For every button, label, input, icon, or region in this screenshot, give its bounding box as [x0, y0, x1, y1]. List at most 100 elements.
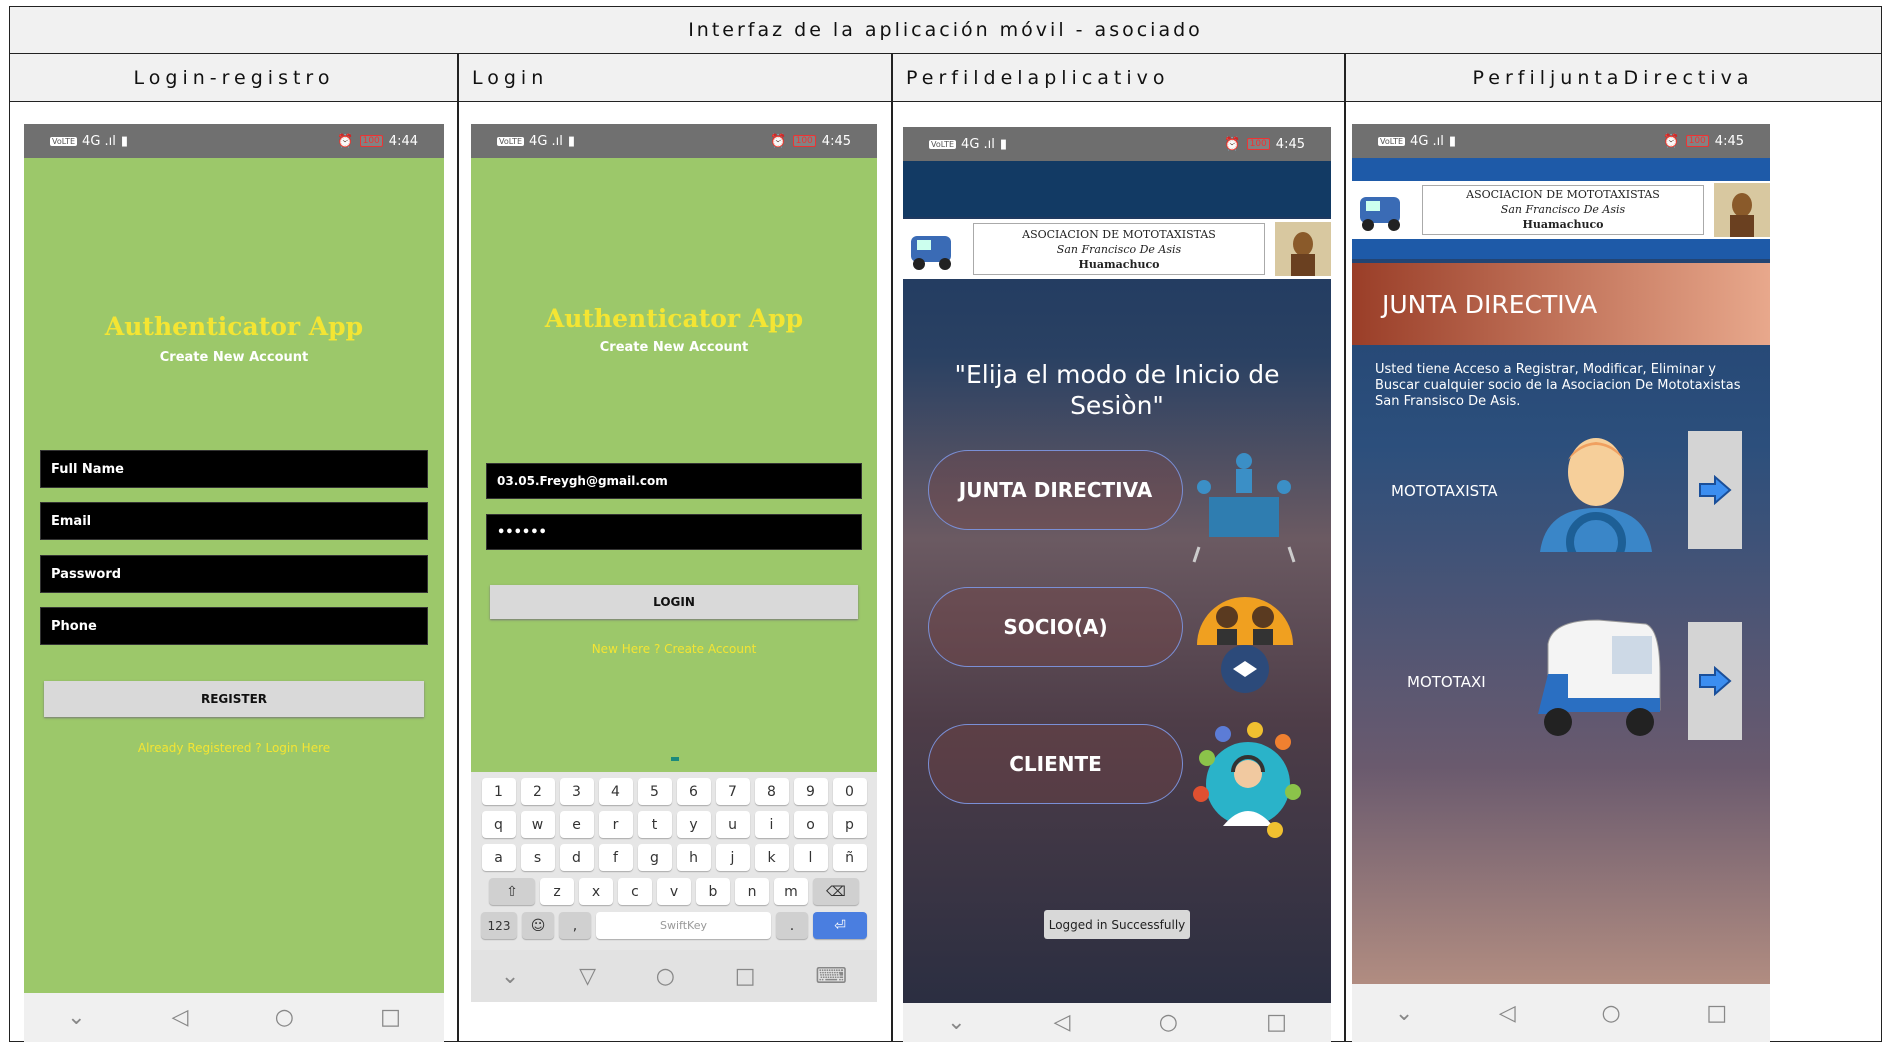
column-divider [457, 54, 459, 1041]
key[interactable]: m [774, 878, 808, 905]
emoji-icon[interactable]: ☺ [522, 912, 554, 939]
key[interactable]: 0 [832, 778, 867, 805]
signal-icon: 4G .ıl [529, 133, 563, 149]
chevron-down-icon[interactable]: ⌄ [67, 1005, 85, 1030]
key[interactable]: u [715, 811, 750, 838]
key[interactable]: 8 [754, 778, 789, 805]
email-input[interactable]: 03.05.Freygh@gmail.com [486, 463, 862, 499]
status-bar: VoLTE 4G .ıl ▮ ⏰ 100 4:45 [903, 127, 1331, 161]
key[interactable]: e [559, 811, 594, 838]
volte-icon: VoLTE [929, 139, 957, 149]
key[interactable]: 1 [481, 778, 516, 805]
key[interactable]: j [715, 844, 750, 871]
junta-directiva-button[interactable]: JUNTA DIRECTIVA [928, 450, 1183, 530]
cliente-button[interactable]: CLIENTE [928, 724, 1183, 804]
battery-icon: 100 [359, 135, 383, 147]
key[interactable]: o [793, 811, 828, 838]
clock: 4:45 [1714, 133, 1744, 149]
recents-icon[interactable]: □ [1266, 1010, 1287, 1035]
chevron-down-icon[interactable]: ⌄ [1395, 1001, 1413, 1026]
banner-line-3: Huamachuco [1522, 218, 1604, 232]
keyboard-row-1: q w e r t y u i o p [471, 811, 877, 838]
recents-icon[interactable]: □ [380, 1005, 401, 1030]
key[interactable]: v [657, 878, 691, 905]
mototaxi-logo-icon [1360, 197, 1400, 231]
email-field[interactable]: Email [40, 502, 428, 540]
meeting-table-icon [1192, 453, 1296, 563]
key[interactable]: a [481, 844, 516, 871]
key[interactable]: h [676, 844, 711, 871]
home-icon[interactable]: ○ [656, 964, 675, 989]
enter-icon[interactable]: ⏎ [813, 912, 867, 939]
key[interactable]: n [735, 878, 769, 905]
socio-button[interactable]: SOCIO(A) [928, 587, 1183, 667]
saint-francis-image-icon [1714, 183, 1770, 237]
back-icon[interactable]: ◁ [1054, 1010, 1071, 1035]
home-icon[interactable]: ○ [1159, 1010, 1178, 1035]
key[interactable]: z [540, 878, 574, 905]
driver-avatar-icon [1540, 438, 1652, 552]
space-bar[interactable]: SwiftKey [596, 912, 771, 939]
key[interactable]: 7 [715, 778, 750, 805]
numbers-key[interactable]: 123 [481, 912, 517, 939]
key[interactable]: t [637, 811, 672, 838]
arrow-right-icon [1699, 666, 1732, 696]
full-name-field[interactable]: Full Name [40, 450, 428, 488]
key[interactable]: r [598, 811, 633, 838]
keyboard-icon[interactable]: ⌨ [815, 964, 847, 989]
chevron-down-icon[interactable]: ⌄ [947, 1010, 965, 1035]
key[interactable]: 4 [598, 778, 633, 805]
key[interactable]: x [579, 878, 613, 905]
recents-icon[interactable]: □ [1706, 1001, 1727, 1026]
back-icon[interactable]: ◁ [1499, 1001, 1516, 1026]
key[interactable]: l [793, 844, 828, 871]
key[interactable]: q [481, 811, 516, 838]
logged-in-toast: Logged in Successfully [1044, 910, 1190, 939]
login-button[interactable]: LOGIN [490, 585, 858, 619]
battery-icon: 100 [1246, 138, 1270, 150]
key[interactable]: y [676, 811, 711, 838]
back-icon[interactable]: ▽ [579, 964, 596, 989]
key[interactable]: w [520, 811, 555, 838]
android-nav-bar: ⌄ ▽ ○ □ ⌨ [471, 950, 877, 1002]
key[interactable]: p [832, 811, 867, 838]
create-account-link[interactable]: New Here ? Create Account [471, 642, 877, 656]
register-screen: VoLTE 4G .ıl ▮ ⏰ 100 4:44 Authenticator App … [24, 124, 444, 1042]
key[interactable]: 5 [637, 778, 672, 805]
keyboard-row-2: a s d f g h j k l ñ [471, 844, 877, 871]
key[interactable]: 3 [559, 778, 594, 805]
key[interactable]: 6 [676, 778, 711, 805]
key[interactable]: k [754, 844, 789, 871]
key[interactable]: f [598, 844, 633, 871]
key[interactable]: g [637, 844, 672, 871]
home-icon[interactable]: ○ [1602, 1001, 1621, 1026]
comma-key[interactable]: , [559, 912, 591, 939]
password-field[interactable]: Password [40, 555, 428, 593]
back-icon[interactable]: ◁ [172, 1005, 189, 1030]
phone-field[interactable]: Phone [40, 607, 428, 645]
mototaxi-arrow-button[interactable] [1688, 622, 1742, 740]
key[interactable]: 2 [520, 778, 555, 805]
mototaxista-arrow-button[interactable] [1688, 431, 1742, 549]
key[interactable]: d [559, 844, 594, 871]
key[interactable]: i [754, 811, 789, 838]
key[interactable]: s [520, 844, 555, 871]
period-key[interactable]: . [776, 912, 808, 939]
shift-icon[interactable]: ⇧ [489, 878, 535, 905]
keyboard[interactable]: 1 2 3 4 5 6 7 8 9 0 q w e r t y u i o p … [471, 772, 877, 950]
password-input[interactable]: •••••• [486, 514, 862, 550]
recents-icon[interactable]: □ [735, 964, 756, 989]
saint-francis-image-icon [1275, 222, 1331, 276]
key[interactable]: ñ [832, 844, 867, 871]
junta-directiva-header: JUNTA DIRECTIVA [1352, 263, 1770, 345]
backspace-icon[interactable]: ⌫ [813, 878, 859, 905]
key[interactable]: b [696, 878, 730, 905]
chevron-down-icon[interactable]: ⌄ [501, 964, 519, 989]
key[interactable]: 9 [793, 778, 828, 805]
key[interactable]: c [618, 878, 652, 905]
cursor-handle [671, 757, 679, 761]
home-icon[interactable]: ○ [275, 1005, 294, 1030]
register-button[interactable]: REGISTER [44, 681, 424, 717]
login-link[interactable]: Already Registered ? Login Here [24, 741, 444, 755]
table-title: Interfaz de la aplicación móvil - asocia… [10, 7, 1881, 54]
